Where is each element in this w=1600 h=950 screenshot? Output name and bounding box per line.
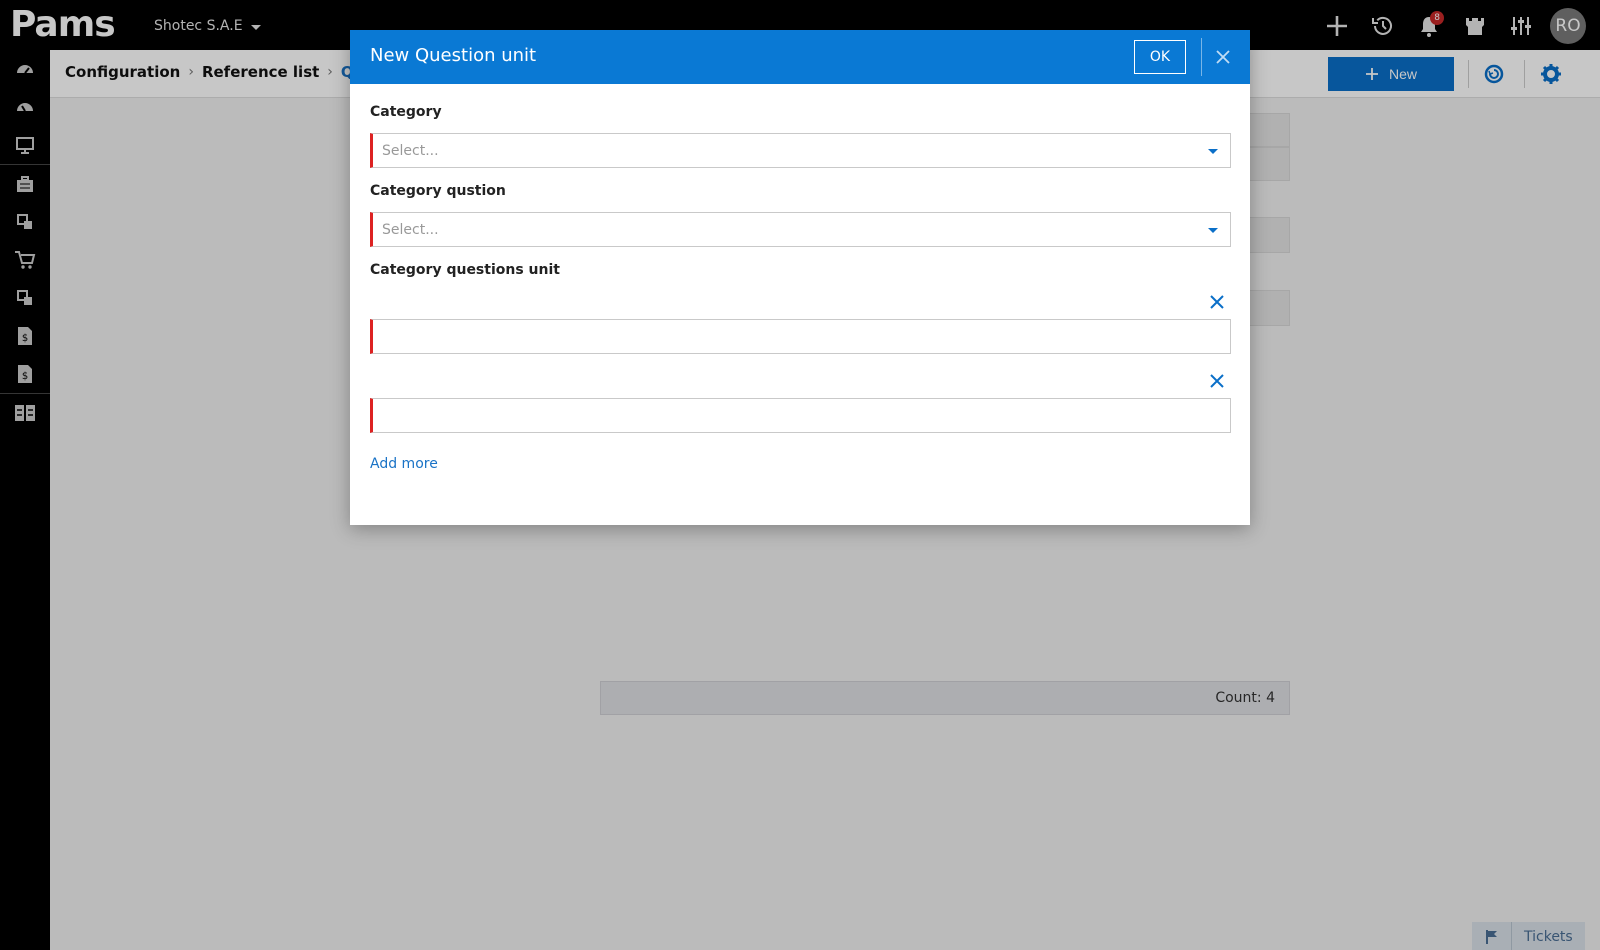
- ok-button[interactable]: OK: [1134, 40, 1186, 74]
- close-icon[interactable]: [1212, 46, 1234, 68]
- unit-input-2[interactable]: [370, 398, 1231, 433]
- remove-unit-2-icon[interactable]: [1208, 372, 1226, 390]
- category-questions-unit-label: Category questions unit: [370, 262, 560, 278]
- dialog-header: New Question unit OK: [350, 30, 1250, 84]
- caret-down-icon: [1208, 228, 1218, 233]
- category-placeholder: Select...: [382, 143, 439, 159]
- add-more-link[interactable]: Add more: [370, 456, 438, 472]
- category-question-label: Category qustion: [370, 183, 506, 199]
- dialog-title: New Question unit: [370, 45, 537, 66]
- category-question-placeholder: Select...: [382, 222, 439, 238]
- remove-unit-1-icon[interactable]: [1208, 293, 1226, 311]
- category-label: Category: [370, 104, 442, 120]
- category-select[interactable]: Select...: [370, 133, 1231, 168]
- caret-down-icon: [1208, 149, 1218, 154]
- new-question-unit-dialog: New Question unit OK Category Select... …: [350, 30, 1250, 525]
- unit-input-1[interactable]: [370, 319, 1231, 354]
- category-question-select[interactable]: Select...: [370, 212, 1231, 247]
- header-divider: [1201, 38, 1202, 76]
